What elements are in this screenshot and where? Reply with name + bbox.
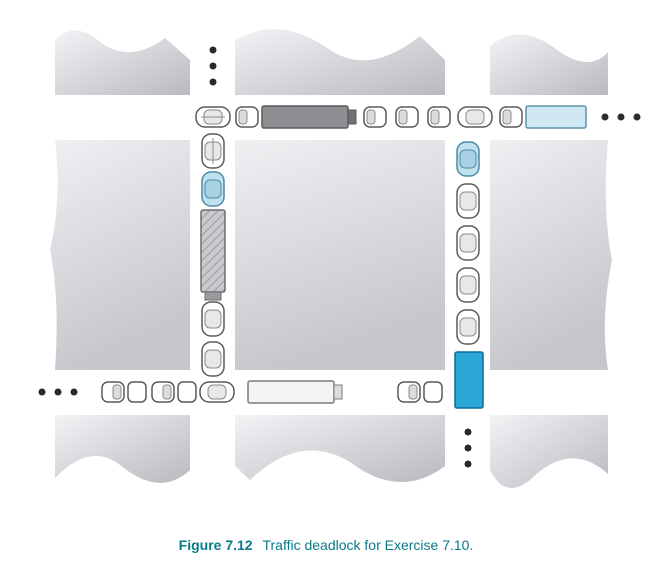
vehicle-bottom-2 xyxy=(152,382,174,402)
block-bottom-center xyxy=(235,415,445,482)
block-top-left xyxy=(55,30,190,95)
vehicle-left-2 xyxy=(202,172,224,206)
ellipsis-right xyxy=(602,114,641,121)
vehicle-top-6 xyxy=(428,107,450,127)
vehicle-right-5 xyxy=(457,310,479,344)
vehicle-bottom-5b xyxy=(424,382,442,402)
vehicle-bottom-1 xyxy=(102,382,124,402)
ellipsis-top xyxy=(210,47,217,86)
vehicle-right-1 xyxy=(457,142,479,176)
figure-text: Traffic deadlock for Exercise 7.10. xyxy=(262,537,473,553)
vehicle-top-1 xyxy=(196,107,230,127)
ellipsis-bottom xyxy=(465,429,472,468)
block-bottom-right xyxy=(490,415,608,488)
vehicle-top-5 xyxy=(396,107,418,127)
vehicle-bottom-3 xyxy=(200,382,234,402)
diagram-svg xyxy=(0,0,652,510)
block-right-mid xyxy=(490,140,612,370)
vehicle-top-8-cab xyxy=(500,107,522,127)
block-top-center xyxy=(235,29,445,95)
vehicle-top-2 xyxy=(236,107,258,127)
block-center xyxy=(235,140,445,370)
vehicle-top-9-truck xyxy=(526,106,586,128)
vehicle-right-3 xyxy=(457,226,479,260)
vehicle-bottom-1b xyxy=(128,382,146,402)
vehicle-bottom-6-truck xyxy=(455,352,483,408)
vehicle-bottom-2b xyxy=(178,382,196,402)
vehicle-left-5 xyxy=(202,342,224,376)
block-top-right xyxy=(490,34,608,95)
vehicle-right-2 xyxy=(457,184,479,218)
vehicle-top-7 xyxy=(458,107,492,127)
vehicle-left-4 xyxy=(202,302,224,336)
vehicle-bottom-4-truck xyxy=(248,381,342,403)
figure-number: Figure 7.12 xyxy=(179,537,253,553)
vehicle-right-4 xyxy=(457,268,479,302)
vehicle-top-3-truck xyxy=(262,106,356,128)
vehicle-bottom-5 xyxy=(398,382,420,402)
figure-container: Figure 7.12 Traffic deadlock for Exercis… xyxy=(0,0,652,573)
block-bottom-left xyxy=(55,415,190,483)
figure-caption: Figure 7.12 Traffic deadlock for Exercis… xyxy=(0,537,652,553)
block-left-mid xyxy=(50,140,190,370)
ellipsis-left xyxy=(39,389,78,396)
vehicle-left-3-truck xyxy=(201,210,225,300)
vehicle-left-1 xyxy=(202,134,224,168)
vehicle-top-4 xyxy=(364,107,386,127)
